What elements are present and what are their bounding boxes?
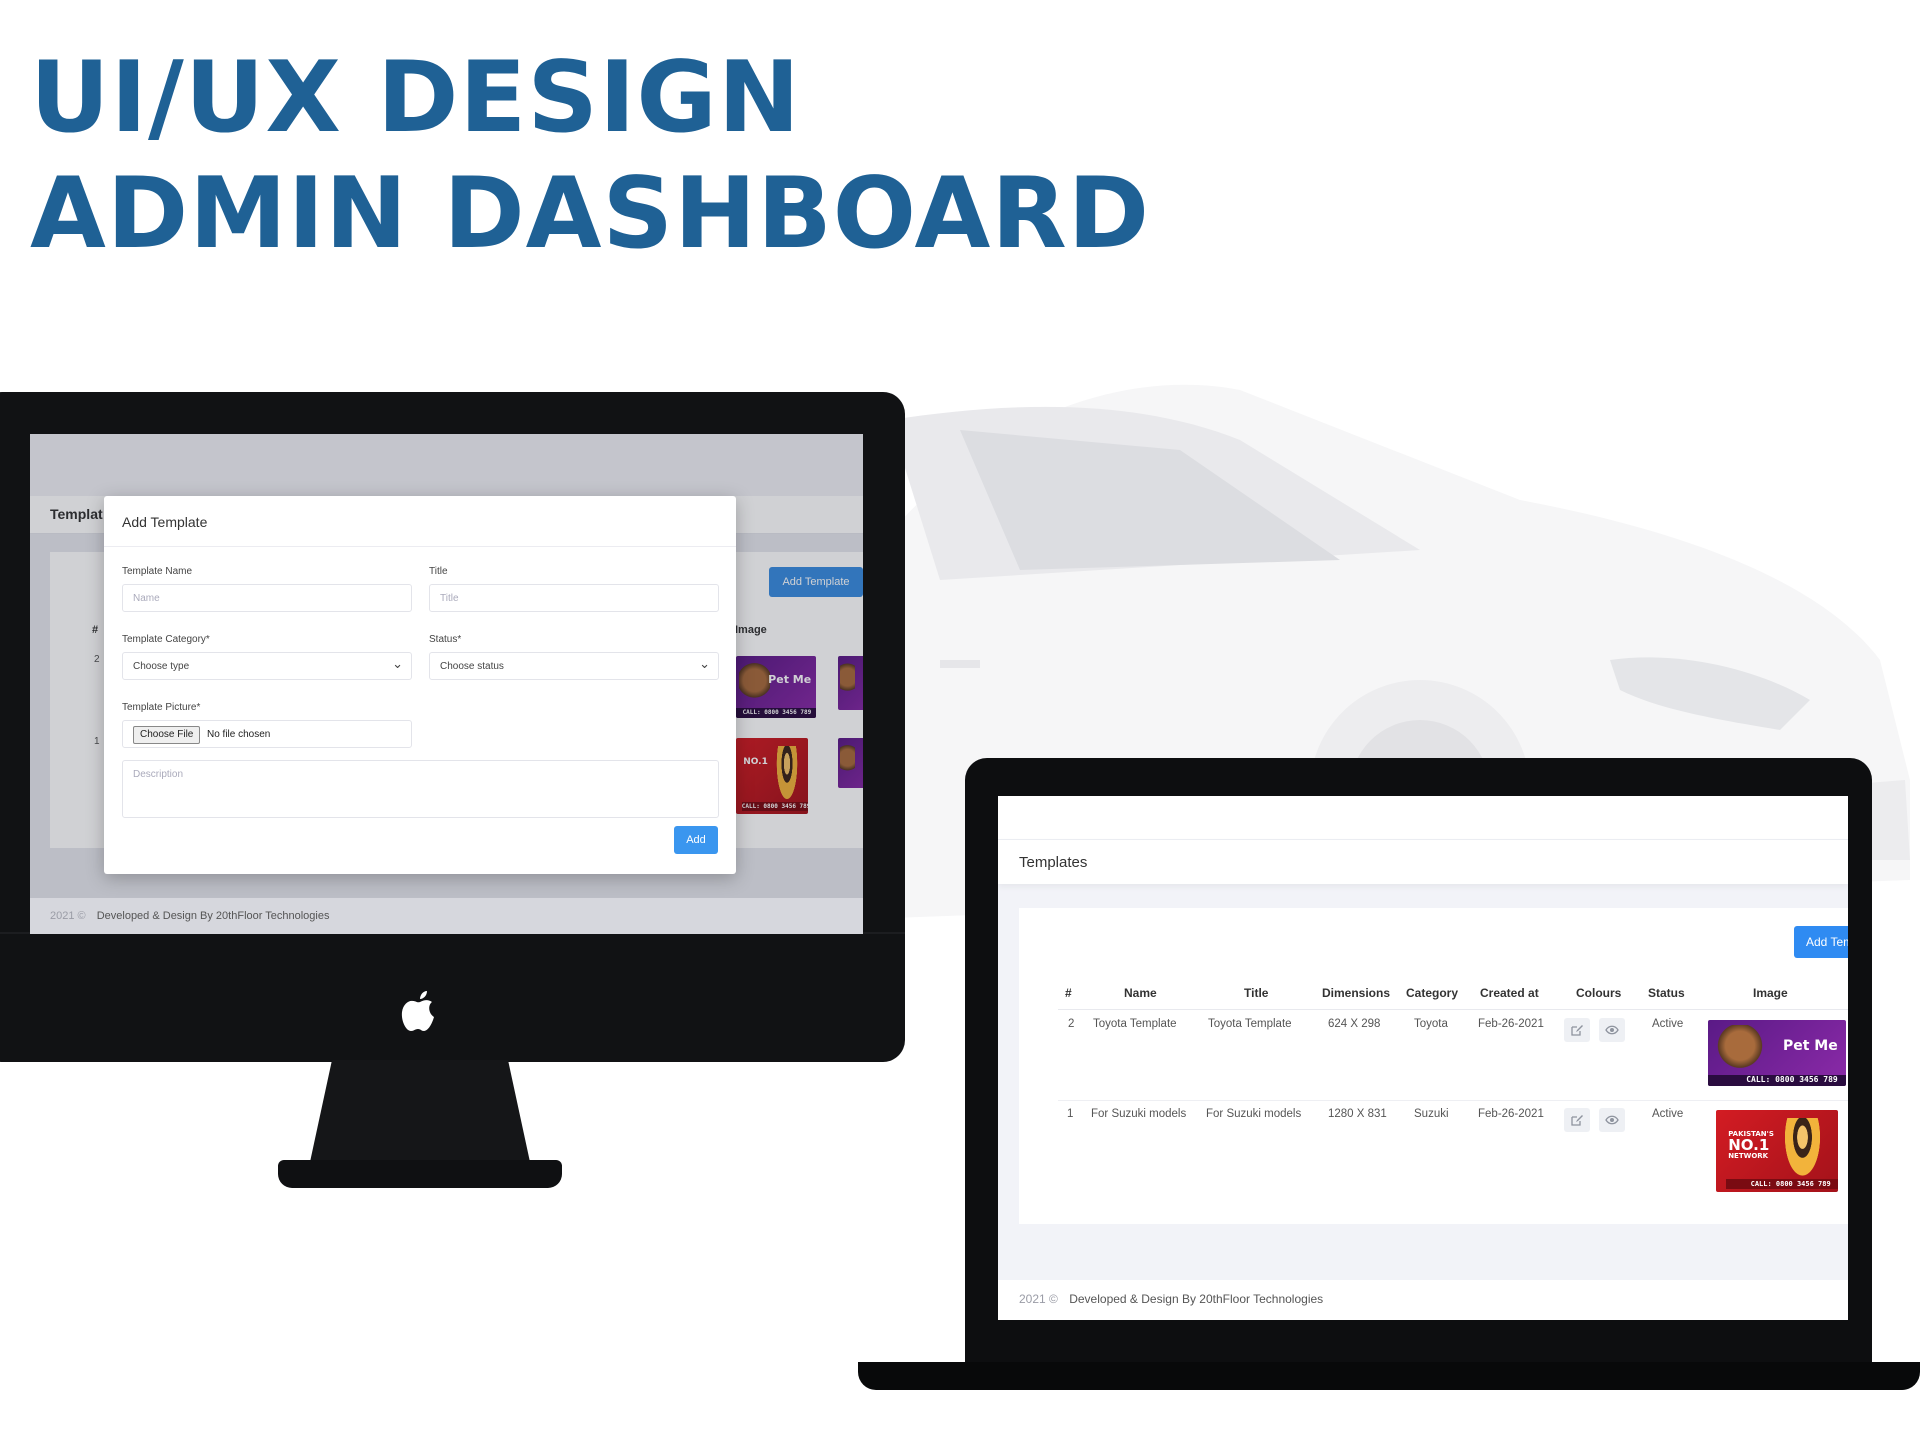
add-button[interactable]: Add bbox=[674, 826, 718, 854]
title-input[interactable]: Title bbox=[429, 584, 719, 612]
top-navbar bbox=[998, 796, 1848, 840]
template-category-value: Choose type bbox=[133, 661, 190, 672]
status-label: Status* bbox=[429, 634, 462, 645]
footer-year: 2021 © bbox=[50, 910, 86, 922]
monitor-stand-base bbox=[278, 1160, 562, 1188]
template-name-input[interactable]: Name bbox=[122, 584, 412, 612]
apple-logo-icon bbox=[401, 991, 434, 1031]
cell-category: Toyota bbox=[1414, 1018, 1448, 1030]
no-file-chosen-text: No file chosen bbox=[207, 729, 271, 740]
column-header-colours: Colours bbox=[1576, 986, 1622, 1000]
modal-title: Add Template bbox=[122, 514, 208, 530]
jazz-ad-image: PAKISTAN'S NO.1 NETWORK CALL: 0800 3456 … bbox=[1716, 1110, 1838, 1192]
pet-me-ad-image: Pet Me CALL: 0800 3456 789 bbox=[1708, 1020, 1846, 1086]
monitor-stand-neck bbox=[310, 1060, 530, 1162]
ad-headline-line-3: NETWORK bbox=[1728, 1152, 1769, 1161]
headline: UI/UX DESIGN ADMIN DASHBOARD bbox=[30, 40, 1150, 272]
column-header-dimensions: Dimensions bbox=[1322, 986, 1391, 1000]
cell-id: 1 bbox=[1067, 1108, 1074, 1120]
cell-category: Suzuki bbox=[1414, 1108, 1449, 1120]
column-header-name: Name bbox=[1124, 986, 1157, 1000]
footer-credit: Developed & Design By 20thFloor Technolo… bbox=[1069, 1292, 1324, 1306]
cell-name: For Suzuki models bbox=[1091, 1108, 1187, 1120]
eye-icon bbox=[1605, 1025, 1619, 1035]
ad-phone: CALL: 0800 3456 789 bbox=[1708, 1075, 1846, 1086]
column-header-created-at: Created at bbox=[1480, 986, 1539, 1000]
cell-id: 2 bbox=[1068, 1018, 1075, 1030]
dog-photo bbox=[1713, 1025, 1766, 1072]
column-header-hash: # bbox=[1065, 986, 1072, 1000]
column-header-status: Status bbox=[1648, 986, 1685, 1000]
ad-headline-line-2: NO.1 bbox=[1728, 1136, 1770, 1155]
column-header-image: Image bbox=[1753, 986, 1788, 1000]
title-label: Title bbox=[429, 566, 448, 577]
template-name-label: Template Name bbox=[122, 566, 193, 577]
column-header-title: Title bbox=[1244, 986, 1269, 1000]
cell-dimensions: 624 X 298 bbox=[1328, 1018, 1381, 1030]
footer-year: 2021 © bbox=[1019, 1292, 1058, 1306]
modal-divider bbox=[104, 546, 736, 547]
cell-status: Active bbox=[1652, 1018, 1684, 1030]
add-template-button[interactable]: Add Template bbox=[1794, 926, 1848, 958]
description-textarea[interactable]: Description bbox=[122, 760, 719, 818]
cell-dimensions: 1280 X 831 bbox=[1328, 1108, 1387, 1120]
row-divider bbox=[1058, 1100, 1848, 1101]
edit-icon bbox=[1571, 1025, 1583, 1036]
cell-title: For Suzuki models bbox=[1206, 1108, 1302, 1120]
footer: 2021 © Developed & Design By 20thFloor T… bbox=[30, 898, 863, 934]
add-template-modal: Add Template Template Name Name Title Ti… bbox=[104, 496, 736, 874]
cell-name: Toyota Template bbox=[1093, 1018, 1177, 1030]
ad-brand: Pet Me bbox=[1782, 1038, 1838, 1055]
cell-title: Toyota Template bbox=[1208, 1018, 1292, 1030]
table-header-divider bbox=[1058, 1009, 1848, 1010]
edit-button[interactable] bbox=[1564, 1108, 1590, 1132]
cell-created-at: Feb-26-2021 bbox=[1478, 1018, 1544, 1030]
headline-line-2: ADMIN DASHBOARD bbox=[30, 157, 1151, 271]
template-picture-label: Template Picture* bbox=[122, 702, 201, 713]
page-header: Templates bbox=[998, 840, 1848, 884]
view-button[interactable] bbox=[1599, 1018, 1625, 1042]
laptop-screen: Templates Add Template # Name Title Dime… bbox=[998, 796, 1848, 1320]
view-button[interactable] bbox=[1599, 1108, 1625, 1132]
column-header-category: Category bbox=[1406, 986, 1459, 1000]
cell-status: Active bbox=[1652, 1108, 1684, 1120]
ad-headline: PAKISTAN'S NO.1 NETWORK bbox=[1728, 1131, 1774, 1160]
ad-phone: CALL: 0800 3456 789 bbox=[1725, 1178, 1838, 1189]
edit-icon bbox=[1571, 1115, 1583, 1126]
edit-button[interactable] bbox=[1564, 1018, 1590, 1042]
laptop-base bbox=[858, 1362, 1920, 1390]
choose-file-button[interactable]: Choose File bbox=[133, 726, 201, 744]
cell-created-at: Feb-26-2021 bbox=[1478, 1108, 1544, 1120]
footer-credit: Developed & Design By 20thFloor Technolo… bbox=[96, 910, 330, 922]
eye-icon bbox=[1605, 1115, 1619, 1125]
status-select[interactable]: Choose status bbox=[429, 652, 719, 680]
status-value: Choose status bbox=[440, 661, 504, 672]
footer: 2021 © Developed & Design By 20thFloor T… bbox=[998, 1280, 1848, 1320]
page-title: Templates bbox=[1019, 854, 1088, 871]
template-category-select[interactable]: Choose type bbox=[122, 652, 412, 680]
template-picture-file-input[interactable]: Choose File No file chosen bbox=[122, 720, 412, 748]
headline-line-1: UI/UX DESIGN bbox=[30, 41, 801, 155]
model-photo bbox=[1781, 1118, 1824, 1183]
template-category-label: Template Category* bbox=[122, 634, 210, 645]
